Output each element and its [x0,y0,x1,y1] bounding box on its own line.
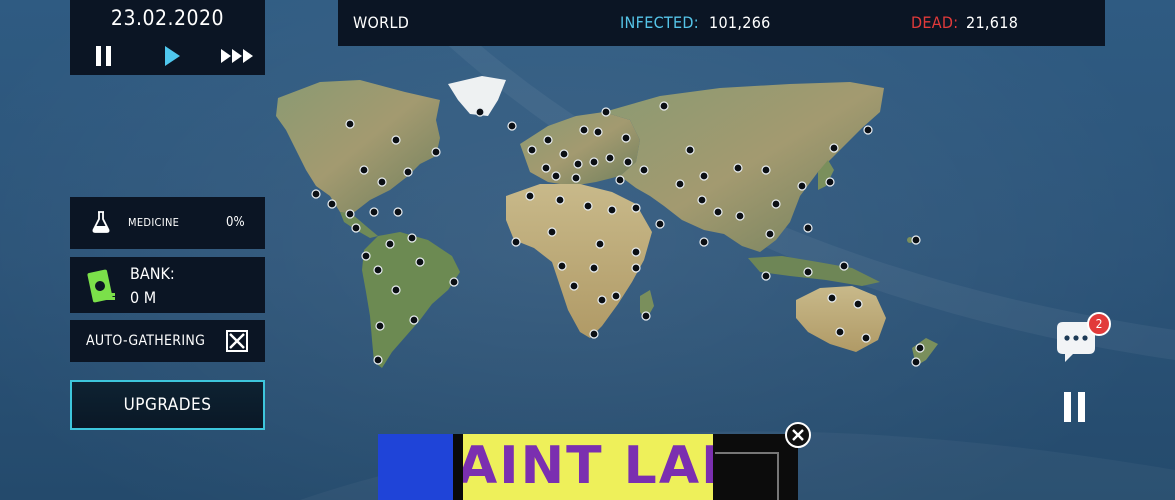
auto-gathering-label: AUTO-GATHERING [86,333,206,349]
ad-close-button[interactable] [785,422,811,448]
ad-banner[interactable]: AINT LAN [378,434,798,500]
money-icon [87,269,115,303]
auto-gathering-panel: AUTO-GATHERING [70,320,265,362]
medicine-value: 0% [226,215,245,230]
dead-label: DEAD: [911,13,959,32]
play-button[interactable] [154,44,190,68]
close-icon [792,429,804,441]
ad-blue-block [378,434,453,500]
region-label: WORLD [353,13,410,32]
bank-panel[interactable]: BANK: 0 M [70,257,265,313]
game-date: 23.02.2020 [110,6,225,30]
pause-button[interactable] [86,44,122,68]
fast-forward-icon [221,49,253,63]
ad-frame-lines [715,452,779,500]
dead-value: 21,618 [966,13,1019,32]
medicine-panel[interactable]: MEDICINE 0% [70,197,265,249]
date-panel: 23.02.2020 [70,0,265,75]
infected-value: 101,266 [709,13,771,32]
auto-gathering-checkbox[interactable] [226,330,248,352]
ad-image: AINT LAN [463,434,713,500]
pause-icon [96,46,111,66]
flask-icon [92,211,110,233]
infected-label: INFECTED: [620,13,699,32]
medicine-label: MEDICINE [128,216,180,229]
bank-value: 0 M [130,288,157,307]
chat-badge: 2 [1087,312,1111,336]
bank-label: BANK: [130,264,175,283]
ad-divider [453,434,463,500]
upgrades-button[interactable]: UPGRADES [70,380,265,430]
ad-text: AINT LAN [463,436,713,496]
stats-bar: WORLD INFECTED: 101,266 DEAD: 21,618 [338,0,1105,46]
play-icon [165,46,180,66]
chat-button[interactable]: 2 [1055,312,1113,366]
pause-icon [1064,392,1085,422]
ad-dark-block [713,434,798,500]
menu-pause-button[interactable] [1062,392,1088,422]
fast-forward-button[interactable] [220,44,256,68]
upgrades-label: UPGRADES [123,395,212,415]
close-icon [229,333,245,349]
